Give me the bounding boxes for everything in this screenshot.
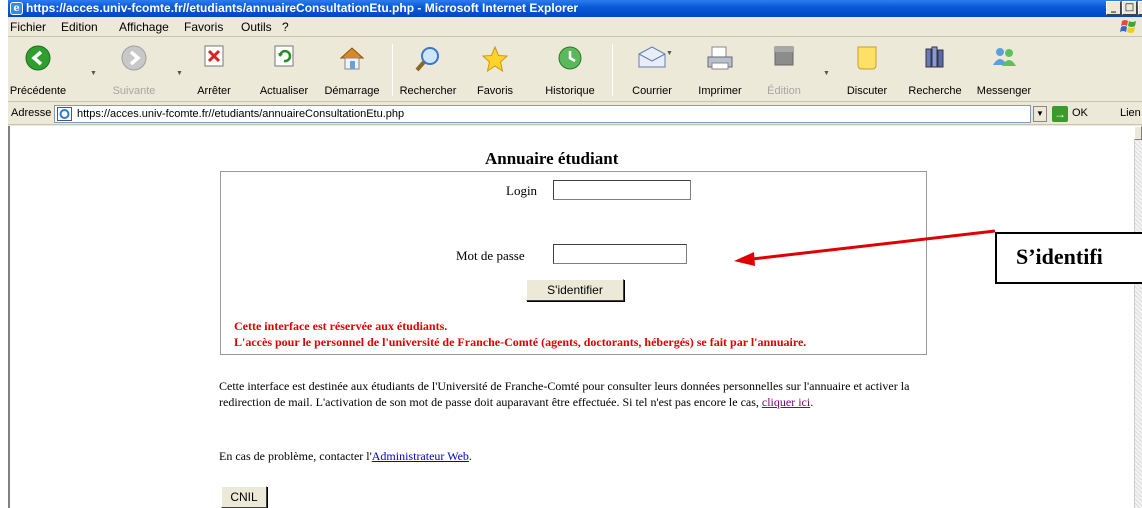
page-icon — [57, 107, 72, 121]
toolbar: Précédente ▼ Suivante ▼ Arrêter Actualis… — [8, 38, 1142, 102]
address-label: Adresse — [11, 107, 52, 119]
warning-students-only: Cette interface est réservée aux étudian… — [234, 319, 448, 333]
password-input[interactable] — [553, 244, 687, 264]
mail-button[interactable]: Courrier — [622, 38, 682, 102]
annotation-callout-text: S’identifi — [1016, 244, 1103, 269]
discuss-button[interactable]: Discuter — [840, 38, 894, 102]
login-submit-button[interactable]: S'identifier — [526, 279, 624, 301]
messenger-icon — [993, 48, 1016, 66]
print-label: Imprimer — [698, 85, 742, 97]
messenger-button[interactable]: Messenger — [970, 38, 1038, 102]
contact-prefix: En cas de problème, contacter l' — [219, 449, 372, 463]
info-paragraph: Cette interface est destinée aux étudian… — [219, 378, 939, 410]
address-bar: Adresse https://acces.univ-fcomte.fr//et… — [8, 103, 1142, 125]
messenger-label: Messenger — [976, 85, 1032, 97]
back-arrow-icon — [25, 45, 51, 71]
page-title: Annuaire étudiant — [485, 149, 619, 168]
research-label: Recherche — [908, 85, 962, 97]
restore-button[interactable]: □ — [1122, 1, 1137, 15]
refresh-button[interactable]: Actualiser — [254, 38, 314, 102]
stop-label: Arrêter — [197, 85, 231, 97]
window-title: https://acces.univ-fcomte.fr//etudiants/… — [26, 1, 579, 15]
search-button[interactable]: Rechercher — [396, 38, 460, 102]
research-books-icon — [925, 46, 944, 68]
research-button[interactable]: Recherche — [904, 38, 966, 102]
password-label: Mot de passe — [456, 248, 525, 263]
minimize-button[interactable]: _ — [1106, 1, 1121, 15]
webmaster-link[interactable]: Administrateur Web — [372, 449, 469, 463]
toolbar-separator — [392, 44, 393, 96]
contact-line: En cas de problème, contacter l'Administ… — [219, 449, 472, 464]
login-input[interactable] — [553, 180, 691, 200]
address-input[interactable]: https://acces.univ-fcomte.fr//etudiants/… — [54, 105, 1031, 123]
search-icon — [415, 47, 439, 72]
favorites-button[interactable]: Favoris — [470, 38, 520, 102]
edit-dropdown-icon[interactable]: ▼ — [823, 70, 830, 77]
mail-icon — [638, 46, 666, 68]
menu-favoris[interactable]: Favoris — [184, 20, 223, 34]
links-label[interactable]: Lien — [1120, 107, 1141, 119]
stop-button[interactable]: Arrêter — [191, 38, 237, 102]
home-label: Démarrage — [324, 85, 380, 97]
menu-edition[interactable]: Edition — [61, 20, 98, 34]
forward-label: Suivante — [112, 85, 156, 97]
address-url: https://acces.univ-fcomte.fr//etudiants/… — [77, 108, 405, 120]
ie-icon: e — [10, 2, 23, 15]
address-dropdown-icon[interactable]: ▼ — [1033, 106, 1047, 122]
back-label: Précédente — [9, 85, 67, 97]
search-label: Rechercher — [399, 85, 457, 97]
forward-dropdown-icon[interactable]: ▼ — [176, 70, 183, 77]
back-button[interactable]: Précédente — [8, 38, 68, 102]
close-button[interactable]: × — [1138, 1, 1142, 15]
discuss-icon — [857, 46, 877, 70]
home-icon — [339, 47, 365, 70]
go-arrow-icon[interactable]: → — [1052, 106, 1068, 122]
warning-staff-access: L'accès pour le personnel de l'universit… — [234, 335, 807, 349]
favorites-label: Favoris — [476, 85, 514, 97]
menu-outils[interactable]: Outils — [241, 20, 272, 34]
mail-label: Courrier — [632, 85, 672, 97]
info-paragraph-end: . — [810, 395, 814, 409]
history-label: Historique — [545, 85, 595, 97]
history-icon — [558, 46, 582, 70]
back-dropdown-icon[interactable]: ▼ — [90, 70, 97, 77]
print-button[interactable]: Imprimer — [692, 38, 748, 102]
refresh-icon — [274, 45, 294, 67]
favorites-star-icon — [481, 45, 509, 73]
scroll-up-arrow[interactable] — [1134, 126, 1142, 140]
edit-page-icon — [774, 46, 794, 66]
activate-password-link[interactable]: cliquer ici — [762, 395, 810, 409]
menu-bar: Fichier Edition Affichage Favoris Outils… — [8, 17, 1142, 37]
title-bar[interactable]: e https://acces.univ-fcomte.fr//etudiant… — [8, 0, 1142, 17]
toolbar-separator — [612, 44, 613, 96]
menu-help[interactable]: ? — [282, 20, 289, 34]
edit-button[interactable]: Édition — [760, 38, 808, 102]
history-button[interactable]: Historique — [538, 38, 602, 102]
discuss-label: Discuter — [846, 85, 888, 97]
windows-logo-icon — [1120, 20, 1136, 33]
login-label: Login — [506, 183, 538, 198]
home-button[interactable]: Démarrage — [320, 38, 384, 102]
forward-arrow-icon — [121, 45, 147, 71]
stop-icon — [204, 45, 224, 67]
contact-end: . — [468, 449, 472, 463]
edit-label: Édition — [767, 85, 801, 97]
cnil-button[interactable]: CNIL — [221, 486, 267, 508]
mail-dropdown-icon[interactable]: ▼ — [666, 50, 673, 57]
forward-button[interactable]: Suivante — [104, 38, 164, 102]
menu-fichier[interactable]: Fichier — [10, 20, 46, 34]
go-label[interactable]: OK — [1072, 107, 1088, 119]
refresh-label: Actualiser — [259, 85, 309, 97]
menu-affichage[interactable]: Affichage — [119, 20, 169, 34]
printer-icon — [707, 46, 733, 70]
vertical-scrollbar[interactable] — [1134, 126, 1142, 508]
